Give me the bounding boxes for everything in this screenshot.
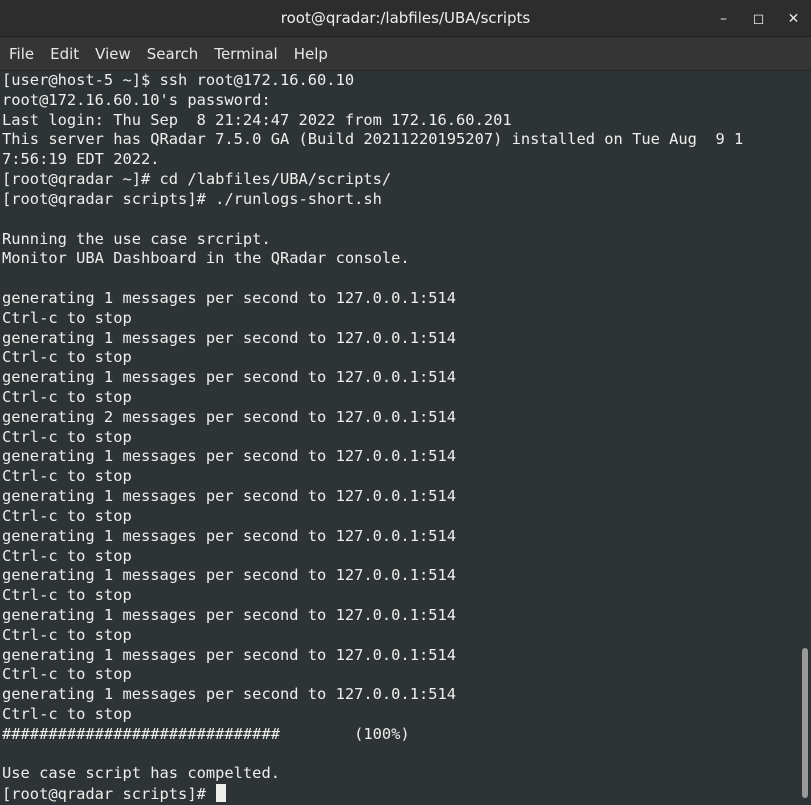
terminal-line: 7:56:19 EDT 2022. bbox=[2, 150, 160, 169]
terminal-line: Ctrl-c to stop bbox=[2, 506, 132, 525]
terminal-line: Ctrl-c to stop bbox=[2, 348, 132, 367]
title-bar[interactable]: root@qradar:/labfiles/UBA/scripts – ◻ ✕ bbox=[0, 0, 811, 37]
maximize-icon: ◻ bbox=[752, 10, 765, 27]
close-icon: ✕ bbox=[787, 10, 800, 27]
terminal-scrollbar[interactable] bbox=[799, 71, 811, 805]
minimize-icon: – bbox=[720, 10, 727, 27]
terminal-line: generating 1 messages per second to 127.… bbox=[2, 288, 457, 307]
terminal-line: Ctrl-c to stop bbox=[2, 546, 132, 565]
terminal-line: Ctrl-c to stop bbox=[2, 705, 132, 723]
terminal-line: Running the use case srcript. bbox=[2, 229, 271, 248]
terminal-window: root@qradar:/labfiles/UBA/scripts – ◻ ✕ … bbox=[0, 0, 811, 805]
terminal-line: generating 1 messages per second to 127.… bbox=[2, 526, 457, 545]
terminal-line: [user@host-5 ~]$ ssh root@172.16.60.10 bbox=[2, 71, 355, 89]
terminal-line: [root@qradar scripts]# ./runlogs-short.s… bbox=[2, 189, 382, 208]
menu-view[interactable]: View bbox=[87, 37, 139, 71]
terminal-line: This server has QRadar 7.5.0 GA (Build 2… bbox=[2, 130, 744, 149]
close-button[interactable]: ✕ bbox=[776, 0, 811, 37]
scrollbar-thumb[interactable] bbox=[802, 648, 808, 798]
maximize-button[interactable]: ◻ bbox=[741, 0, 776, 37]
terminal-line: generating 1 messages per second to 127.… bbox=[2, 487, 457, 506]
text-cursor bbox=[216, 784, 227, 803]
terminal-output-area[interactable]: [user@host-5 ~]$ ssh root@172.16.60.10 ro… bbox=[0, 71, 811, 805]
terminal-line: ############################## (100%) bbox=[2, 724, 410, 743]
terminal-line: Ctrl-c to stop bbox=[2, 388, 132, 406]
terminal-line: Use case script has compelted. bbox=[2, 764, 280, 783]
terminal-line: generating 2 messages per second to 127.… bbox=[2, 407, 457, 426]
terminal-line: Ctrl-c to stop bbox=[2, 625, 132, 644]
window-controls: – ◻ ✕ bbox=[706, 0, 811, 37]
terminal-line: Ctrl-c to stop bbox=[2, 467, 132, 486]
minimize-button[interactable]: – bbox=[706, 0, 741, 37]
menu-search[interactable]: Search bbox=[139, 37, 207, 71]
terminal-line: Last login: Thu Sep 8 21:24:47 2022 from… bbox=[2, 110, 512, 129]
menu-file[interactable]: File bbox=[1, 37, 42, 71]
terminal-prompt-line: [root@qradar scripts]# bbox=[2, 784, 797, 804]
terminal-line: generating 1 messages per second to 127.… bbox=[2, 328, 457, 347]
terminal-line: generating 1 messages per second to 127.… bbox=[2, 605, 457, 624]
terminal-line: [root@qradar ~]# cd /labfiles/UBA/script… bbox=[2, 170, 392, 189]
menu-terminal[interactable]: Terminal bbox=[206, 37, 285, 71]
menu-edit[interactable]: Edit bbox=[42, 37, 87, 71]
terminal-line: Ctrl-c to stop bbox=[2, 586, 132, 605]
terminal-line: Ctrl-c to stop bbox=[2, 427, 132, 446]
terminal-text: [user@host-5 ~]$ ssh root@172.16.60.10 ro… bbox=[2, 71, 797, 804]
terminal-line: Ctrl-c to stop bbox=[2, 665, 132, 684]
terminal-prompt: [root@qradar scripts]# bbox=[2, 785, 216, 804]
terminal-line: generating 1 messages per second to 127.… bbox=[2, 447, 457, 466]
terminal-line: generating 1 messages per second to 127.… bbox=[2, 566, 457, 585]
menu-bar: File Edit View Search Terminal Help bbox=[0, 37, 811, 71]
menu-help[interactable]: Help bbox=[286, 37, 336, 71]
terminal-line: generating 1 messages per second to 127.… bbox=[2, 685, 457, 704]
window-title: root@qradar:/labfiles/UBA/scripts bbox=[280, 9, 531, 27]
terminal-line: root@172.16.60.10's password: bbox=[2, 90, 271, 109]
terminal-line: generating 1 messages per second to 127.… bbox=[2, 645, 457, 664]
terminal-line: Monitor UBA Dashboard in the QRadar cons… bbox=[2, 249, 410, 268]
terminal-line: Ctrl-c to stop bbox=[2, 308, 132, 327]
terminal-line: generating 1 messages per second to 127.… bbox=[2, 368, 457, 387]
